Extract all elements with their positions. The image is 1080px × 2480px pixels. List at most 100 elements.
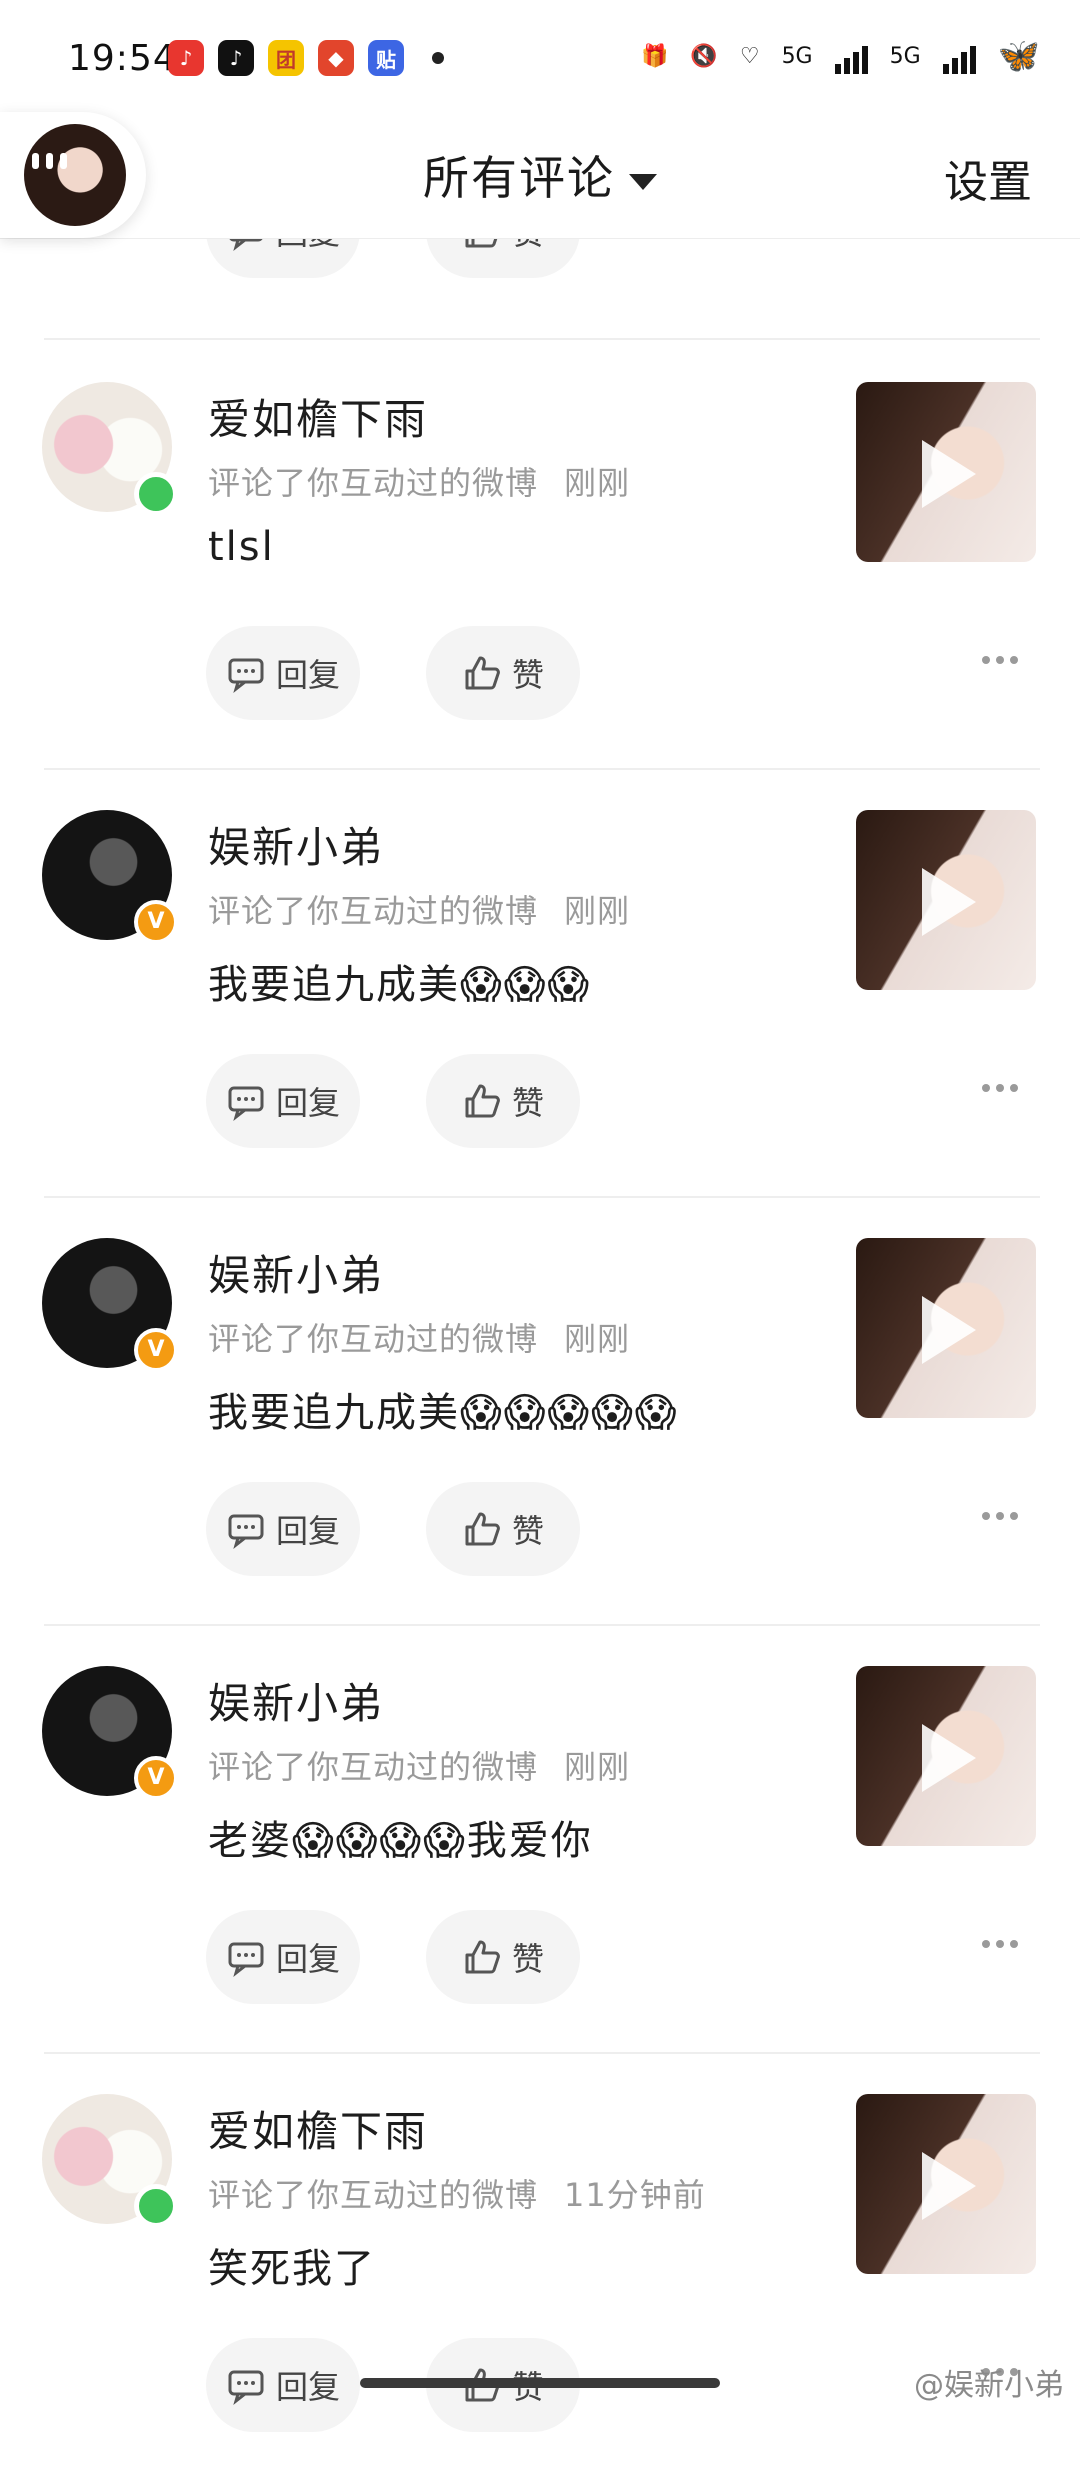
comment-icon [228,1942,264,1977]
comment-time: 11分钟前 [564,2176,706,2214]
comment-time: 刚刚 [564,1748,631,1786]
thumbs-up-icon [465,1084,500,1118]
more-options-icon[interactable] [982,1940,1018,1948]
user-name[interactable]: 爱如檐下雨 [208,2098,428,2159]
thumbs-up-icon [465,1512,500,1546]
comment-item[interactable]: 爱如檐下雨 评论了你互动过的微博11分钟前 笑死我了 回复 赞 [0,2052,1080,2480]
reply-label: 回复 [275,1084,340,1122]
reply-label: 回复 [275,1940,340,1978]
comment-icon [228,2370,264,2405]
meta-text: 评论了你互动过的微博 [208,1748,539,1786]
comment-icon [228,1086,264,1121]
user-name[interactable]: 娱新小弟 [208,1670,384,1731]
play-icon [922,1724,976,1792]
weibo-watermark: @娱新小弟 [914,2368,1064,2403]
comment-text: tlsl [208,524,275,570]
comment-time: 刚刚 [564,464,631,502]
post-thumbnail[interactable] [856,1238,1036,1418]
more-options-icon[interactable] [982,1512,1018,1520]
user-name[interactable]: 娱新小弟 [208,1242,384,1303]
reply-label: 回复 [275,1512,340,1550]
reply-button[interactable]: 回复 [206,1482,360,1576]
comment-meta: 评论了你互动过的微博 刚刚 [208,886,630,932]
tieba-app-icon: 贴 [368,40,404,76]
network-label-2: 5G [889,43,921,69]
comment-text: 老婆😱😱😱😱我爱你 [208,1818,593,1864]
meta-text: 评论了你互动过的微博 [208,2176,539,2214]
home-indicator[interactable] [360,2378,720,2388]
post-thumbnail[interactable] [856,2094,1036,2274]
reply-button[interactable]: 回复 [206,2338,360,2432]
play-icon [922,440,976,508]
tiktok-app-icon: ♪ [218,40,254,76]
comment-meta: 评论了你互动过的微博 刚刚 [208,1314,630,1360]
reply-label: 回复 [275,2368,340,2406]
filter-dropdown[interactable]: 所有评论 [0,142,1080,208]
more-notifications-dot [432,52,444,64]
more-options-icon[interactable] [982,656,1018,664]
status-time: 19:54 [68,38,177,79]
like-button[interactable]: 赞 [426,1054,580,1148]
thumbs-up-icon [465,656,500,690]
verified-badge-icon: V [134,1756,178,1800]
verified-badge-icon: V [134,900,178,944]
online-status-icon [134,472,178,516]
dropdown-caret-icon [629,173,657,190]
butterfly-battery-icon: 🦋 [997,36,1040,76]
network-label-1: 5G [781,43,813,69]
comment-meta: 评论了你互动过的微博 11分钟前 [208,2170,706,2216]
comment-meta: 评论了你互动过的微博 刚刚 [208,1742,630,1788]
reply-button[interactable]: 回复 [206,1910,360,2004]
top-navigation-bar: 所有评论 设置 [0,112,1080,239]
page-title: 所有评论 [423,151,615,205]
comment-text: 我要追九成美😱😱😱 [208,962,592,1008]
reply-button[interactable]: 回复 [206,1054,360,1148]
comment-item[interactable]: 爱如檐下雨 评论了你互动过的微博 刚刚 tlsl 回复 赞 [0,340,1080,768]
comment-item[interactable]: V 娱新小弟 评论了你互动过的微博 刚刚 老婆😱😱😱😱我爱你 回复 赞 [0,1624,1080,2052]
gift-icon: 🎁 [641,43,669,69]
like-button[interactable]: 赞 [426,1482,580,1576]
heart-battery-icon: ♡ [739,43,760,69]
comment-icon [228,658,264,693]
like-label: 赞 [511,1512,544,1550]
comment-text: 我要追九成美😱😱😱😱😱 [208,1390,679,1436]
comment-time: 刚刚 [564,1320,631,1358]
comment-icon [228,1514,264,1549]
comment-time: 刚刚 [564,892,631,930]
play-icon [922,2152,976,2220]
like-label: 赞 [511,656,544,694]
user-name[interactable]: 娱新小弟 [208,814,384,875]
post-thumbnail[interactable] [856,810,1036,990]
reply-label: 回复 [275,656,340,694]
like-label: 赞 [511,1940,544,1978]
meta-text: 评论了你互动过的微博 [208,464,539,502]
post-thumbnail[interactable] [856,382,1036,562]
comment-item[interactable]: V 娱新小弟 评论了你互动过的微博 刚刚 我要追九成美😱😱😱 回复 赞 [0,768,1080,1196]
like-label: 赞 [511,1084,544,1122]
signal-icon [834,38,868,74]
more-options-icon[interactable] [982,1084,1018,1092]
play-icon [922,1296,976,1364]
meta-text: 评论了你互动过的微博 [208,1320,539,1358]
user-name[interactable]: 爱如檐下雨 [208,386,428,447]
status-bar: 19:54 ♪ ♪ 团 ◆ 贴 🎁 🔇 ♡ 5G 5G 🦋 [0,0,1080,112]
game-app-icon: ◆ [318,40,354,76]
comment-item[interactable]: V 娱新小弟 评论了你互动过的微博 刚刚 我要追九成美😱😱😱😱😱 回复 赞 [0,1196,1080,1624]
status-indicators: 🎁 🔇 ♡ 5G 5G 🦋 [641,36,1040,76]
play-icon [922,868,976,936]
comment-text: 笑死我了 [208,2246,376,2292]
post-thumbnail[interactable] [856,1666,1036,1846]
music-app-icon: ♪ [168,40,204,76]
signal-icon [942,38,976,74]
meta-text: 评论了你互动过的微博 [208,892,539,930]
notification-app-icons: ♪ ♪ 团 ◆ 贴 [168,40,444,76]
comment-meta: 评论了你互动过的微博 刚刚 [208,458,630,504]
shopping-app-icon: 团 [268,40,304,76]
reply-button[interactable]: 回复 [206,626,360,720]
like-button[interactable]: 赞 [426,1910,580,2004]
like-button[interactable]: 赞 [426,626,580,720]
settings-button[interactable]: 设置 [944,146,1032,210]
thumbs-up-icon [465,1940,500,1974]
mute-icon: 🔇 [690,43,718,69]
verified-badge-icon: V [134,1328,178,1372]
